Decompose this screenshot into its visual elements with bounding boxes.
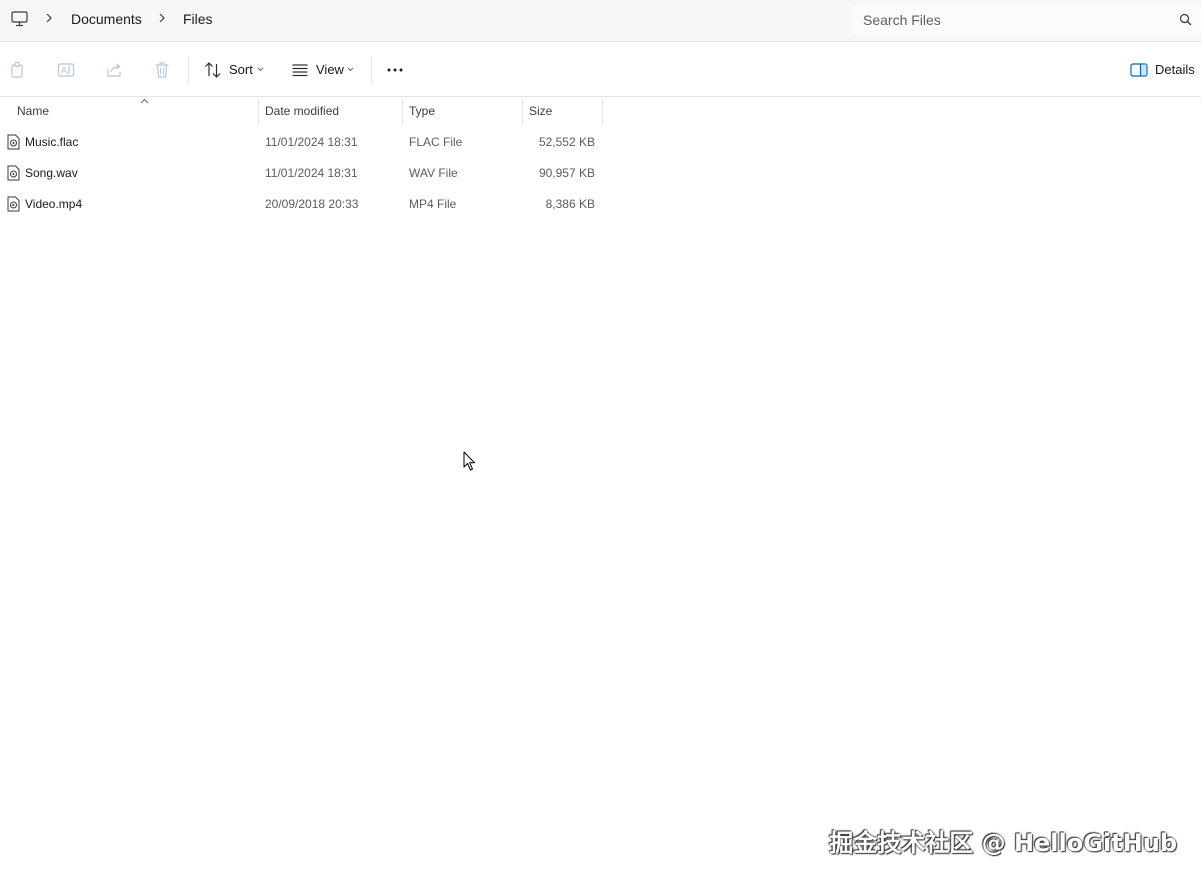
chevron-down-icon	[257, 67, 264, 72]
sort-label: Sort	[229, 62, 253, 77]
column-header-date[interactable]: Date modified	[258, 98, 402, 126]
file-type: MP4 File	[409, 197, 457, 211]
file-row[interactable]: Song.wav 11/01/2024 18:31 WAV File 90,95…	[0, 158, 603, 189]
breadcrumb-files[interactable]: Files	[183, 11, 213, 27]
this-pc-icon[interactable]	[11, 11, 28, 27]
media-file-icon	[7, 165, 20, 181]
file-date-modified: 20/09/2018 20:33	[265, 197, 359, 211]
column-divider[interactable]	[602, 98, 603, 126]
file-row[interactable]: Video.mp4 20/09/2018 20:33 MP4 File 8,38…	[0, 189, 603, 220]
file-name: Video.mp4	[25, 197, 83, 211]
file-size: 90,957 KB	[538, 166, 595, 180]
copy-icon[interactable]	[9, 61, 27, 79]
svg-text:A: A	[61, 66, 67, 76]
media-file-icon	[7, 134, 20, 150]
chevron-down-icon	[347, 67, 354, 72]
delete-icon[interactable]	[153, 61, 171, 79]
watermark: 掘金技术社区 @ HelloGitHub	[829, 829, 1177, 857]
breadcrumb-documents[interactable]: Documents	[71, 11, 142, 27]
column-headers: Name Date modified Type Size	[0, 98, 603, 126]
rename-icon[interactable]: A	[57, 61, 75, 79]
sort-button[interactable]: Sort	[200, 57, 270, 83]
sort-icon	[205, 62, 221, 78]
search-input[interactable]	[863, 5, 1163, 35]
details-label: Details	[1155, 62, 1195, 77]
share-icon[interactable]	[105, 61, 123, 79]
chevron-right-icon[interactable]	[44, 11, 54, 25]
mouse-cursor-icon	[463, 451, 475, 471]
column-header-type[interactable]: Type	[402, 98, 522, 126]
view-button[interactable]: View	[288, 57, 360, 83]
column-header-name[interactable]: Name	[10, 98, 258, 126]
column-header-label: Type	[409, 104, 436, 118]
details-pane-icon	[1130, 63, 1148, 77]
file-date-modified: 11/01/2024 18:31	[265, 135, 358, 149]
chevron-right-icon[interactable]	[157, 11, 167, 25]
file-row[interactable]: Music.flac 11/01/2024 18:31 FLAC File 52…	[0, 127, 603, 158]
search-box[interactable]	[853, 5, 1201, 35]
file-type: FLAC File	[409, 135, 463, 149]
view-label: View	[316, 62, 344, 77]
view-icon	[292, 64, 308, 77]
video-file-icon	[7, 196, 20, 212]
column-header-size[interactable]: Size	[522, 98, 602, 126]
search-icon[interactable]	[1179, 13, 1192, 26]
command-bar: A Sort View Details	[0, 43, 1201, 97]
column-header-label: Size	[529, 104, 553, 118]
details-button[interactable]: Details	[1128, 57, 1196, 83]
more-icon[interactable]	[386, 61, 404, 79]
column-header-label: Name	[17, 104, 50, 118]
file-type: WAV File	[409, 166, 458, 180]
file-size: 52,552 KB	[538, 135, 595, 149]
file-name: Music.flac	[25, 135, 79, 149]
file-size: 8,386 KB	[545, 197, 595, 211]
toolbar-divider	[371, 56, 372, 84]
address-bar: Documents Files	[0, 0, 1201, 42]
column-header-label: Date modified	[265, 104, 340, 118]
sort-ascending-icon	[140, 98, 149, 104]
file-name: Song.wav	[25, 166, 78, 180]
file-date-modified: 11/01/2024 18:31	[265, 166, 358, 180]
toolbar-divider	[188, 56, 189, 84]
